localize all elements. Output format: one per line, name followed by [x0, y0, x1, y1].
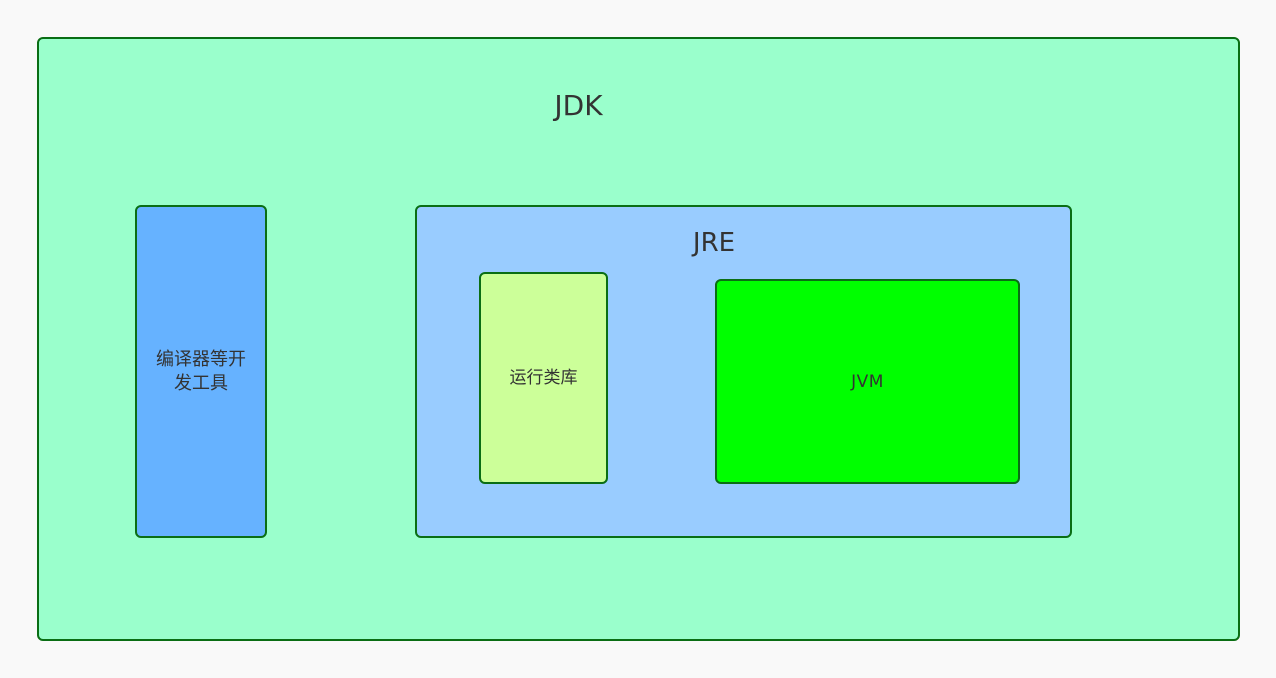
dev-tools-label: 编译器等开发工具 — [156, 348, 246, 394]
jre-label: JRE — [692, 228, 736, 258]
dev-tools-box: 编译器等开发工具 — [135, 205, 267, 538]
runtime-library-label: 运行类库 — [509, 368, 578, 388]
jvm-label: JVM — [851, 371, 884, 392]
jvm-box: JVM — [715, 279, 1020, 484]
jdk-label: JDK — [554, 89, 603, 122]
runtime-library-box: 运行类库 — [479, 272, 608, 484]
